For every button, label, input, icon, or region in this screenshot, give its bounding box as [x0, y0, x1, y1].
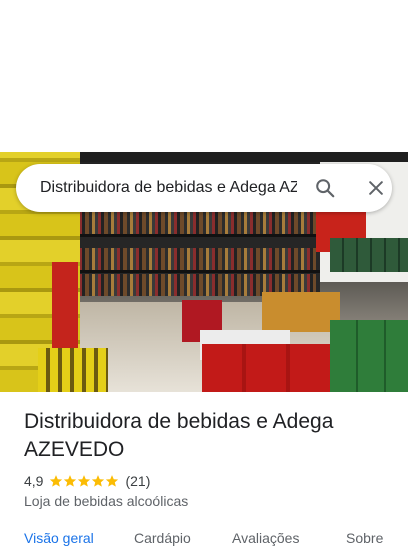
clear-search-button[interactable] [361, 172, 392, 204]
photo-green-boxes [330, 320, 408, 392]
star-icon [50, 475, 63, 487]
rating-row[interactable]: 4,9 (21) [24, 471, 150, 491]
blank-top-area [0, 0, 408, 152]
star-icon [92, 475, 105, 487]
place-title: Distribuidora de bebidas e Adega AZEVEDO [24, 410, 334, 461]
star-icon [78, 475, 91, 487]
rating-stars [49, 474, 119, 488]
place-tabs: Visão geral Cardápio Avaliações Sobre [0, 530, 408, 550]
photo-bottle-row [66, 248, 316, 270]
search-button[interactable] [309, 172, 340, 204]
search-query-text[interactable]: Distribuidora de bebidas e Adega AZEVEDO [40, 179, 297, 197]
photo-yellow-crate [38, 348, 108, 392]
star-icon [64, 475, 77, 487]
place-category: Loja de bebidas alcoólicas [24, 493, 189, 509]
photo-kegs [330, 238, 408, 272]
photo-bottle-row [66, 212, 316, 234]
photo-shelf [60, 234, 320, 237]
rating-value: 4,9 [24, 473, 44, 489]
photo-red-crate [52, 262, 78, 352]
close-icon [369, 181, 384, 195]
search-icon [316, 179, 335, 198]
search-bar[interactable]: Distribuidora de bebidas e Adega AZEVEDO [16, 164, 392, 212]
review-count[interactable]: (21) [125, 473, 150, 489]
star-icon [106, 475, 119, 487]
photo-shelf [60, 270, 320, 273]
photo-beer-pack [262, 292, 340, 332]
